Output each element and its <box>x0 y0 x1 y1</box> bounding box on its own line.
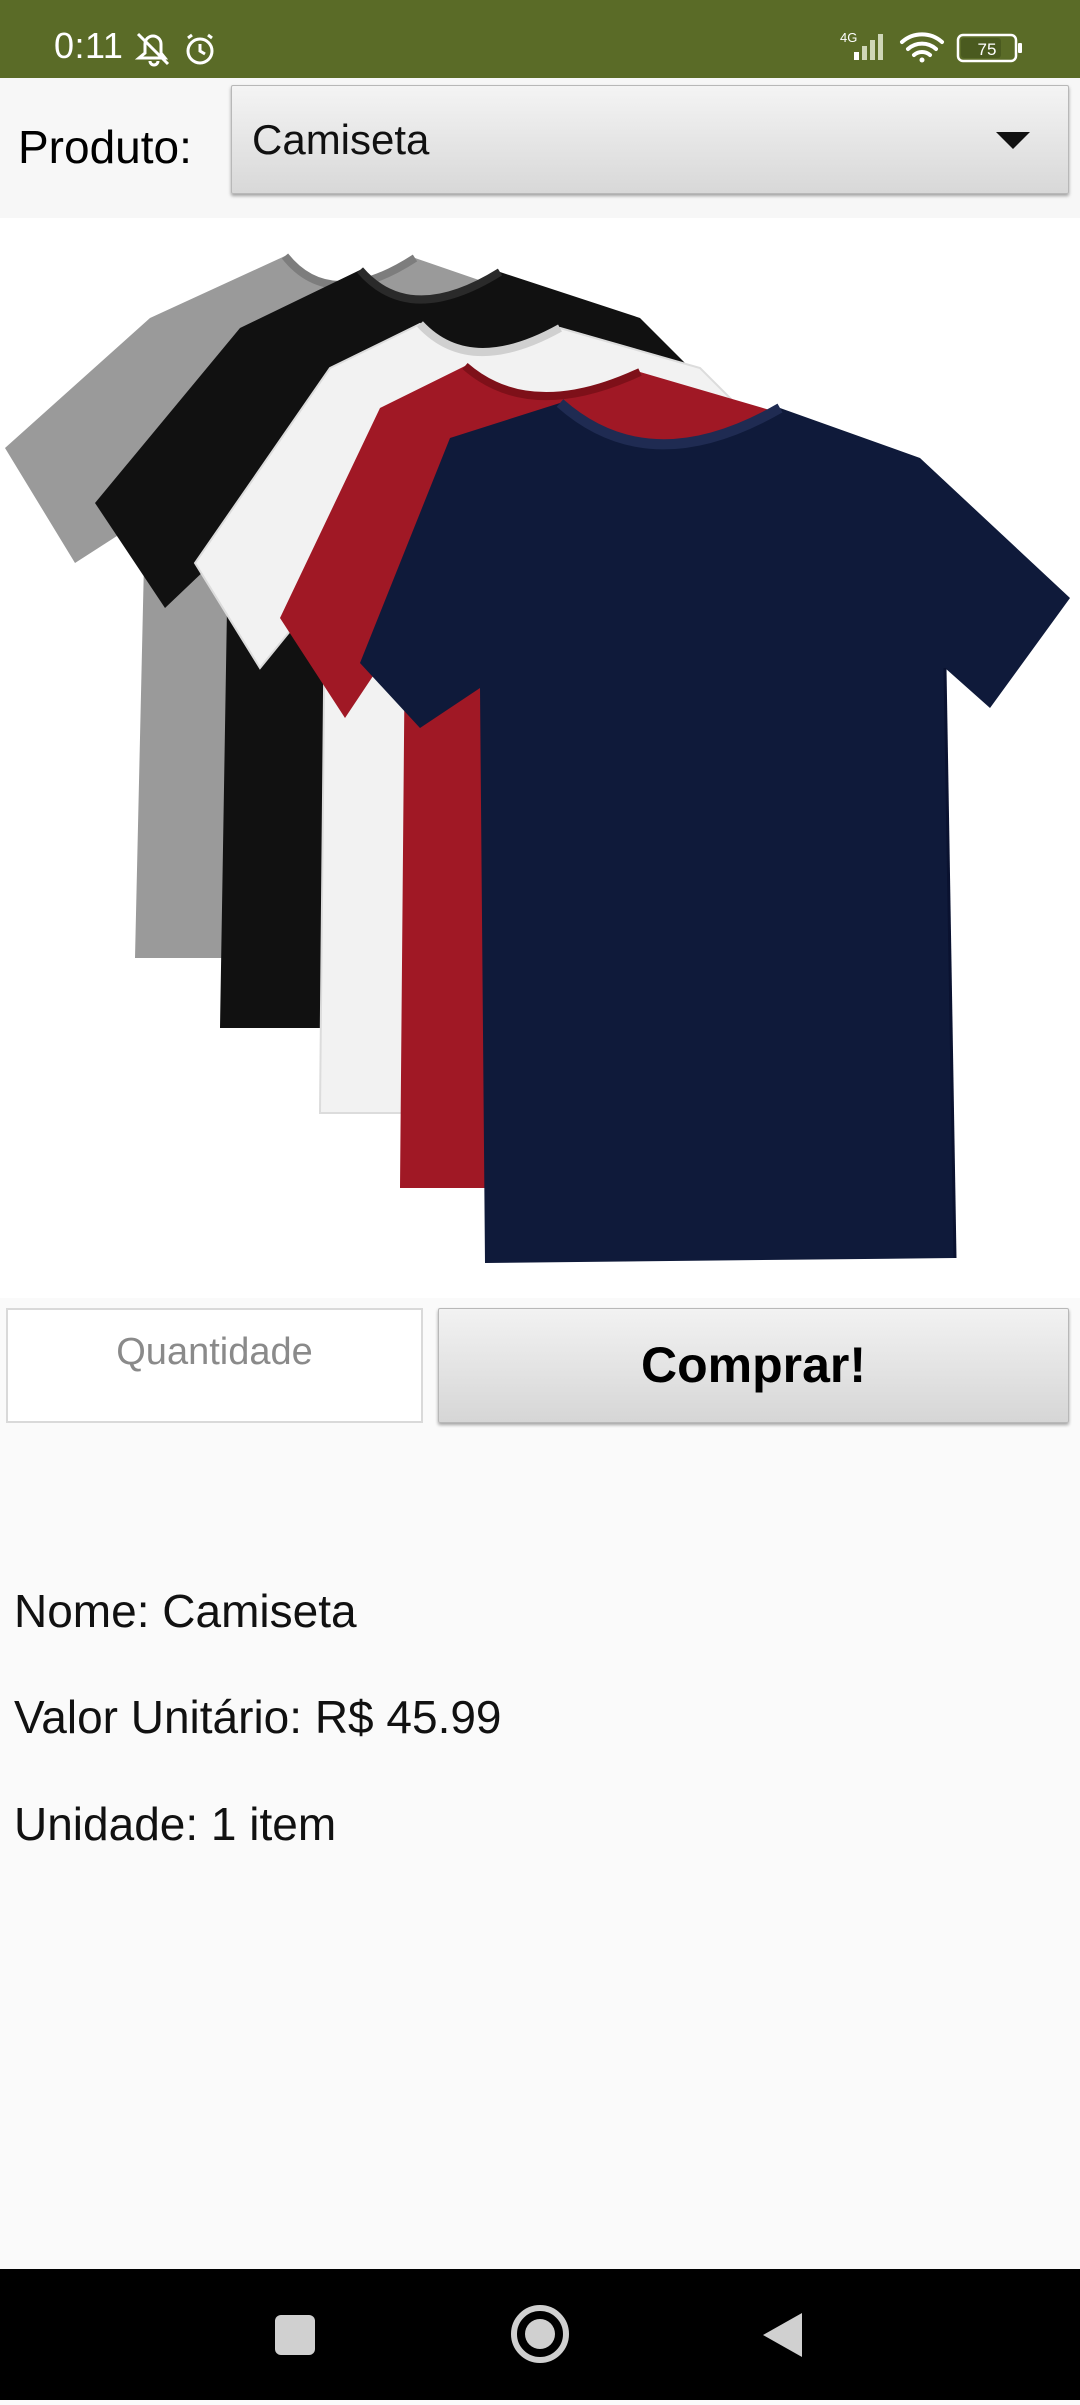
product-dropdown[interactable]: Camiseta <box>231 85 1069 194</box>
home-icon[interactable] <box>511 2305 569 2363</box>
back-icon[interactable] <box>763 2313 802 2357</box>
product-image <box>0 218 1080 1298</box>
recents-icon[interactable] <box>275 2315 315 2355</box>
signal-icon: 4G <box>840 30 883 60</box>
status-right-icons: 4G 75 <box>840 30 1040 75</box>
unit-price-text: Valor Unitário: R$ 45.99 <box>14 1691 502 1743</box>
status-left-icons <box>134 30 224 75</box>
product-label: Produto: <box>18 121 192 173</box>
alarm-icon <box>186 33 214 65</box>
product-name-text: Nome: Camiseta <box>14 1585 357 1637</box>
status-time: 0:11 <box>54 25 124 66</box>
battery-icon: 75 <box>956 33 1022 63</box>
caret-down-icon <box>996 132 1030 149</box>
wifi-icon <box>900 32 944 63</box>
product-dropdown-value: Camiseta <box>252 116 430 163</box>
network-type-label: 4G <box>840 30 857 45</box>
buy-button[interactable]: Comprar! <box>438 1308 1069 1423</box>
battery-level: 75 <box>978 40 997 59</box>
unit-text: Unidade: 1 item <box>14 1798 337 1850</box>
status-bar: 0:11 4G 75 <box>0 0 1080 78</box>
navigation-bar <box>0 2269 1080 2400</box>
mute-icon <box>134 32 170 67</box>
quantity-input[interactable] <box>6 1308 423 1423</box>
